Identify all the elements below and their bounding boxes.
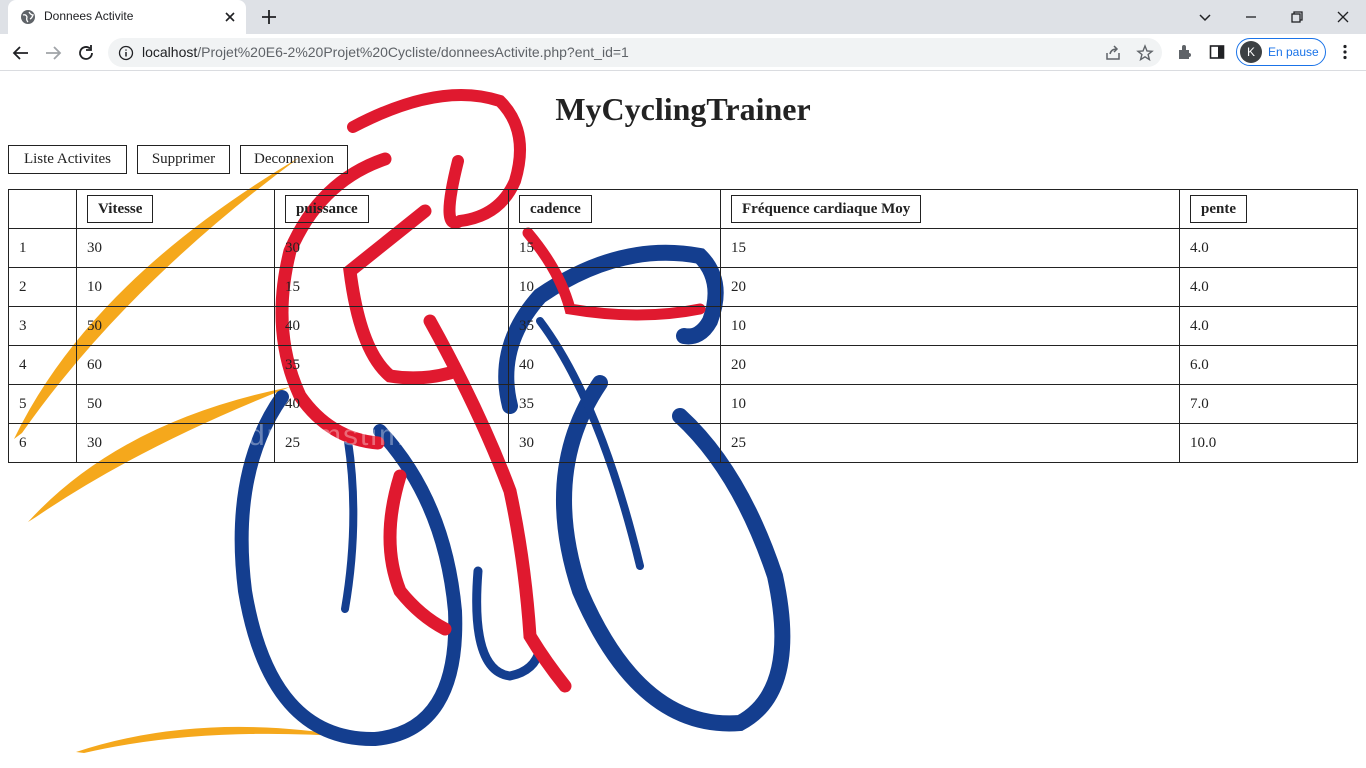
- table-cell: 35: [274, 345, 509, 385]
- table-row: 6 30 25 30 25 10.0: [8, 423, 1358, 463]
- new-tab-icon[interactable]: [260, 8, 278, 26]
- list-activities-button[interactable]: Liste Activites: [8, 145, 127, 174]
- page-title: MyCyclingTrainer: [555, 91, 811, 127]
- table-header-pente: pente: [1179, 189, 1358, 229]
- sort-cadence-button[interactable]: cadence: [519, 195, 592, 223]
- table-cell: 6.0: [1179, 345, 1358, 385]
- profile-status: En pause: [1268, 45, 1319, 59]
- globe-icon: [21, 10, 35, 24]
- table-cell: 15: [720, 228, 1180, 268]
- table-cell: 50: [76, 306, 275, 346]
- table-cell: 20: [720, 267, 1180, 307]
- table-cell: 10: [508, 267, 721, 307]
- table-cell: 30: [508, 423, 721, 463]
- table-cell: 20: [720, 345, 1180, 385]
- sort-pente-button[interactable]: pente: [1190, 195, 1247, 223]
- sort-vitesse-button[interactable]: Vitesse: [87, 195, 154, 223]
- reload-icon[interactable]: [75, 42, 97, 64]
- browser-toolbar: localhost/Projet%20E6-2%20Projet%20Cycli…: [0, 34, 1366, 71]
- table-cell: 4.0: [1179, 228, 1358, 268]
- tab-search-icon[interactable]: [1194, 6, 1216, 28]
- table-row: 4 60 35 40 20 6.0: [8, 345, 1358, 385]
- table-cell: 25: [274, 423, 509, 463]
- table-cell: 35: [508, 384, 721, 424]
- forward-icon[interactable]: [42, 42, 64, 64]
- table-header-puissance: puissance: [274, 189, 509, 229]
- address-bar[interactable]: localhost/Projet%20E6-2%20Projet%20Cycli…: [108, 38, 1162, 67]
- table-cell: 50: [76, 384, 275, 424]
- close-window-icon[interactable]: [1332, 6, 1354, 28]
- table-cell: 40: [274, 384, 509, 424]
- back-icon[interactable]: [10, 42, 32, 64]
- table-cell: 25: [720, 423, 1180, 463]
- site-info-icon[interactable]: [118, 45, 134, 61]
- restore-icon[interactable]: [1286, 6, 1308, 28]
- table-cell: 4: [8, 345, 77, 385]
- minimize-icon[interactable]: [1240, 6, 1262, 28]
- table-cell: 10: [76, 267, 275, 307]
- table-cell: 2: [8, 267, 77, 307]
- table-cell: 1: [8, 228, 77, 268]
- table-cell: 6: [8, 423, 77, 463]
- browser-tab[interactable]: Donnees Activite: [8, 0, 246, 34]
- delete-button[interactable]: Supprimer: [137, 145, 230, 174]
- table-cell: 40: [508, 345, 721, 385]
- bookmark-star-icon[interactable]: [1136, 44, 1154, 62]
- tab-title: Donnees Activite: [44, 9, 134, 23]
- speed-swoosh-lower: [76, 726, 354, 753]
- side-panel-icon[interactable]: [1208, 43, 1226, 61]
- table-cell: 15: [274, 267, 509, 307]
- profile-button[interactable]: K En pause: [1236, 38, 1326, 66]
- table-cell: 30: [274, 228, 509, 268]
- more-menu-icon[interactable]: [1336, 43, 1354, 61]
- url-host: localhost: [142, 44, 198, 60]
- table-cell: 30: [76, 423, 275, 463]
- sort-puissance-button[interactable]: puissance: [285, 195, 369, 223]
- table-row: 3 50 40 35 10 4.0: [8, 306, 1358, 346]
- table-header-row: Vitesse puissance cadence Fréquence card…: [8, 189, 1358, 229]
- table-row: 5 50 40 35 10 7.0: [8, 384, 1358, 424]
- table-cell: 30: [76, 228, 275, 268]
- sort-frequence-button[interactable]: Fréquence cardiaque Moy: [731, 195, 922, 223]
- logout-button[interactable]: Deconnexion: [240, 145, 348, 174]
- close-tab-icon[interactable]: [222, 9, 238, 25]
- share-icon[interactable]: [1104, 44, 1122, 62]
- tab-strip: Donnees Activite: [0, 0, 1366, 34]
- table-cell: 60: [76, 345, 275, 385]
- table-cell: 40: [274, 306, 509, 346]
- table-cell: 3: [8, 306, 77, 346]
- table-header-vitesse: Vitesse: [76, 189, 275, 229]
- table-cell: 7.0: [1179, 384, 1358, 424]
- extensions-icon[interactable]: [1176, 43, 1194, 61]
- table-cell: 10.0: [1179, 423, 1358, 463]
- table-cell: 4.0: [1179, 306, 1358, 346]
- table-cell: 10: [720, 384, 1180, 424]
- table-row: 2 10 15 10 20 4.0: [8, 267, 1358, 307]
- page-viewport: dreamstime MyCyclingTrainer Liste Activi…: [0, 71, 1366, 768]
- avatar: K: [1240, 41, 1262, 63]
- table-cell: 4.0: [1179, 267, 1358, 307]
- url-text: localhost/Projet%20E6-2%20Projet%20Cycli…: [142, 44, 629, 60]
- url-path: /Projet%20E6-2%20Projet%20Cycliste/donne…: [197, 44, 629, 60]
- table-header-cadence: cadence: [508, 189, 721, 229]
- table-header-frequence: Fréquence cardiaque Moy: [720, 189, 1180, 229]
- activity-data-table: Vitesse puissance cadence Fréquence card…: [8, 189, 1358, 463]
- table-cell: 10: [720, 306, 1180, 346]
- table-cell: 15: [508, 228, 721, 268]
- table-row: 1 30 30 15 15 4.0: [8, 228, 1358, 268]
- table-cell: 35: [508, 306, 721, 346]
- table-cell: 5: [8, 384, 77, 424]
- table-header-index: [8, 189, 77, 229]
